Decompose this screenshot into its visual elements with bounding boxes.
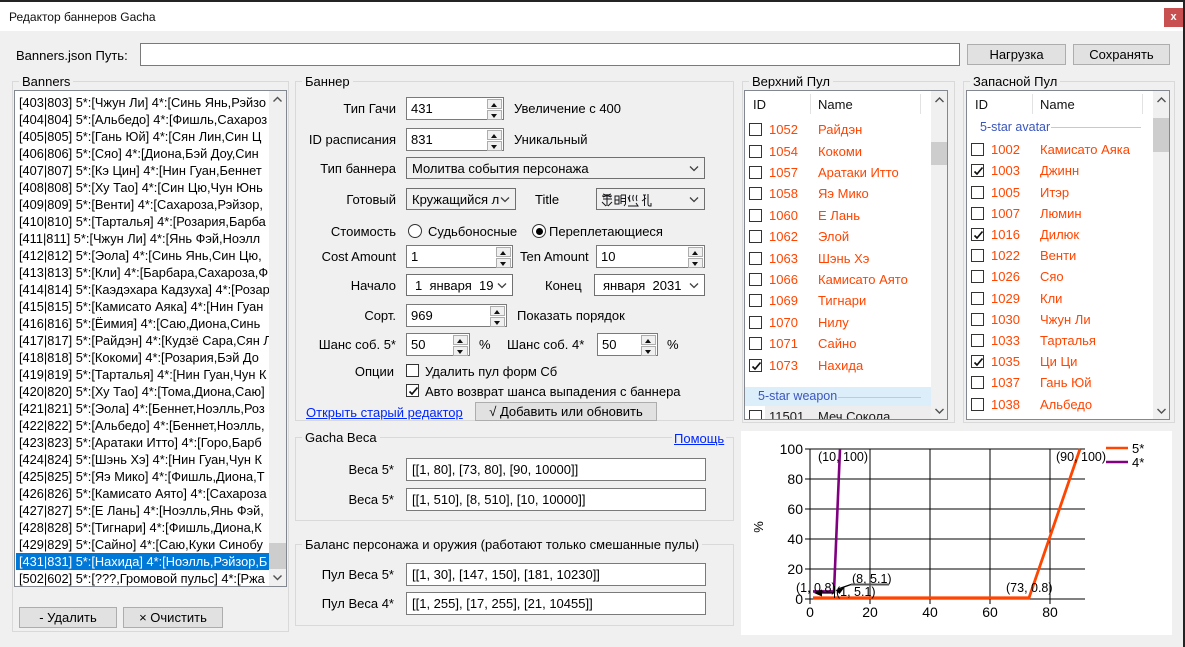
- svg-text:80: 80: [1042, 604, 1058, 620]
- svg-text:(10, 100): (10, 100): [818, 450, 868, 464]
- svg-text:100: 100: [780, 441, 804, 457]
- svg-text:20: 20: [862, 604, 878, 620]
- svg-text:60: 60: [787, 501, 803, 517]
- svg-text:0: 0: [806, 604, 814, 620]
- svg-text:80: 80: [787, 471, 803, 487]
- svg-text:4*: 4*: [1132, 455, 1144, 470]
- svg-text:40: 40: [922, 604, 938, 620]
- svg-text:(90, 100): (90, 100): [1056, 450, 1106, 464]
- svg-text:40: 40: [787, 531, 803, 547]
- svg-text:%: %: [751, 521, 766, 533]
- svg-text:(73, 0.8): (73, 0.8): [1006, 581, 1053, 595]
- svg-text:20: 20: [787, 561, 803, 577]
- svg-text:60: 60: [982, 604, 998, 620]
- svg-text:5*: 5*: [1132, 441, 1144, 456]
